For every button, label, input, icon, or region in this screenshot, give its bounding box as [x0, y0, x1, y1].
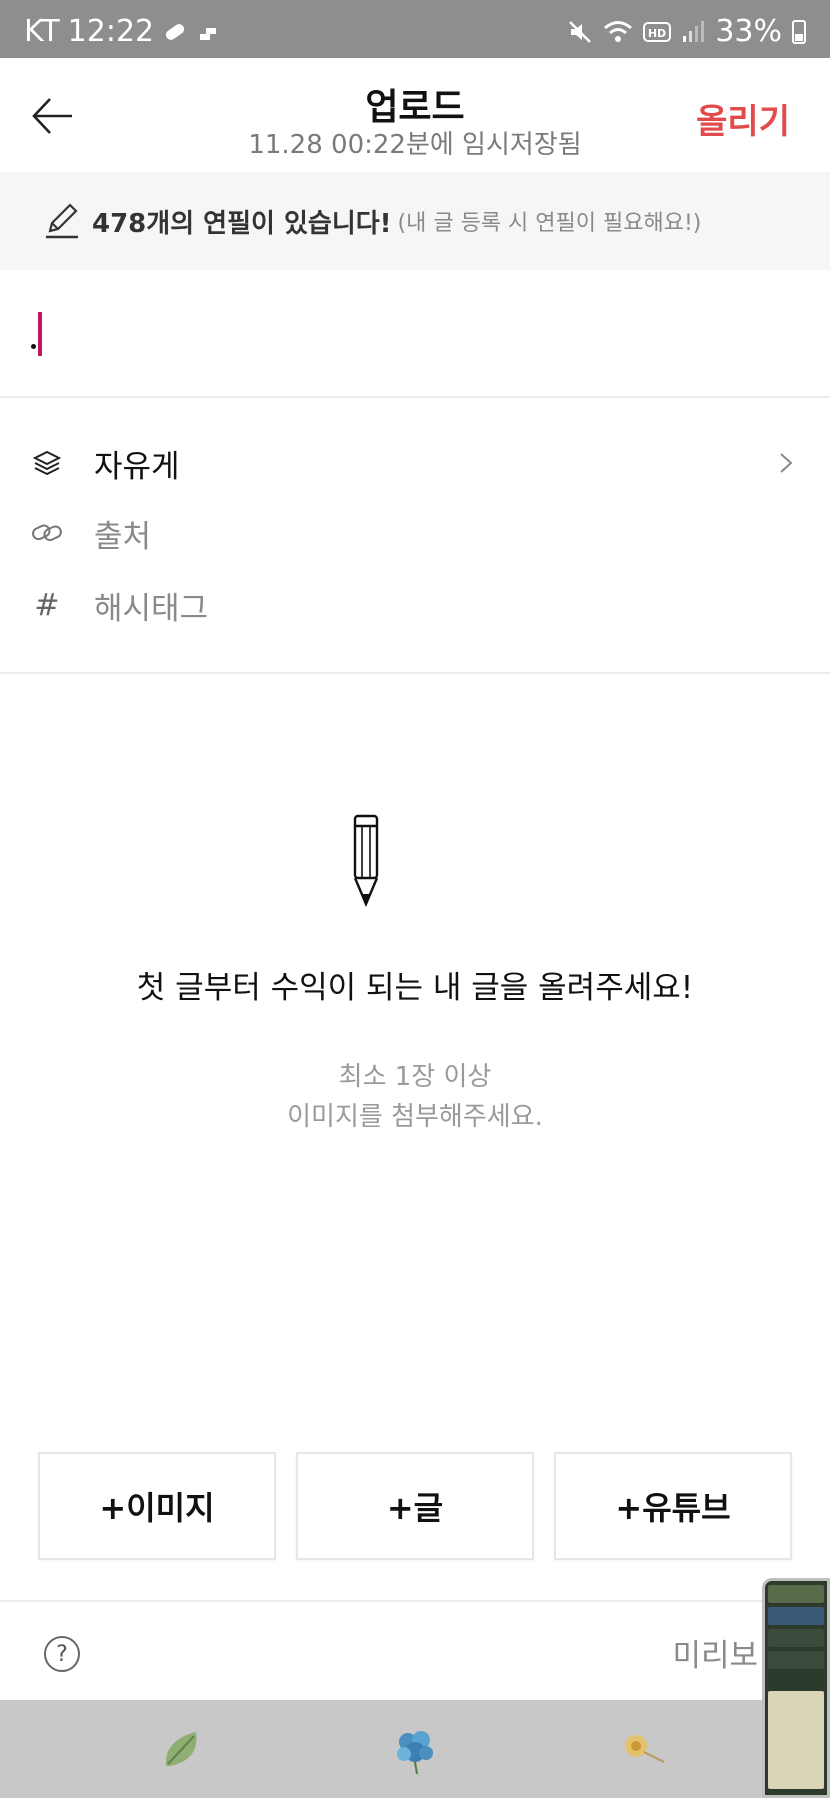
navigation-bar [0, 1700, 830, 1798]
flower-icon[interactable] [614, 1722, 668, 1776]
empty-state-hint-line1: 최소 1장 이상 [338, 1062, 492, 1092]
board-label: 자유게 [94, 448, 180, 485]
status-bar-left: KT 12:22 [24, 14, 220, 49]
leaf-icon[interactable] [156, 1722, 210, 1776]
status-bar-right: HD 33% [567, 14, 806, 49]
signal-icon [681, 20, 705, 44]
hashtag-label: 해시태그 [94, 590, 209, 627]
notification-icon [196, 20, 220, 44]
source-field[interactable]: 출처 [0, 498, 830, 568]
add-text-button[interactable]: +글 [296, 1452, 534, 1560]
pencil-icon [46, 203, 78, 239]
hydrangea-icon[interactable] [388, 1722, 442, 1776]
layers-icon [30, 446, 64, 480]
wifi-icon [603, 19, 633, 45]
help-icon[interactable]: ? [44, 1636, 80, 1672]
floating-game-overlay[interactable] [762, 1578, 830, 1798]
mute-icon [567, 19, 593, 45]
battery-percent: 33% [715, 14, 782, 49]
add-youtube-button[interactable]: +유튜브 [554, 1452, 792, 1560]
overlay-stat-row [768, 1651, 824, 1669]
overlay-stat-row [768, 1629, 824, 1647]
battery-icon [792, 19, 806, 44]
clock: 12:22 [67, 14, 155, 49]
post-meta-section: 자유게 출처 # 해시태그 [0, 398, 830, 674]
hd-icon: HD [643, 20, 672, 44]
link-icon [30, 516, 64, 550]
hashtag-field[interactable]: # 해시태그 [0, 570, 830, 640]
bottom-toolbar: ? 미리보 [0, 1600, 830, 1700]
preview-button[interactable]: 미리보 [672, 1630, 758, 1675]
title-input-area [0, 270, 830, 398]
status-bar: KT 12:22 HD 33% [0, 0, 830, 58]
pencil-count-text: 478개의 연필이 있습니다! [92, 208, 392, 239]
source-label: 출처 [94, 518, 152, 555]
text-caret [38, 312, 42, 356]
overlay-level-bar [768, 1585, 824, 1603]
carrier-label: KT [24, 14, 60, 49]
hashtag-icon: # [34, 587, 60, 623]
pencil-notice: 478개의 연필이 있습니다! (내 글 등록 시 연필이 필요해요!) [0, 172, 830, 270]
empty-state-title: 첫 글부터 수익이 되는 내 글을 올려주세요! [136, 970, 694, 1006]
title-input[interactable] [30, 308, 790, 358]
board-selector[interactable]: 자유게 [0, 428, 830, 498]
pencil-requirement-text: (내 글 등록 시 연필이 필요해요!) [397, 211, 702, 236]
overlay-stat-bar [768, 1607, 824, 1625]
pill-icon [162, 19, 188, 45]
overlay-panel [768, 1691, 824, 1789]
cursor-dot [31, 344, 36, 349]
svg-text:HD: HD [648, 27, 666, 40]
empty-state-hint-line2: 이미지를 첨부해주세요. [287, 1102, 543, 1132]
chevron-right-icon [780, 453, 793, 473]
app-header: 업로드 11.28 00:22분에 임시저장됨 올리기 [0, 58, 830, 172]
upload-button[interactable]: 올리기 [696, 94, 790, 143]
add-image-button[interactable]: +이미지 [38, 1452, 276, 1560]
empty-state-pencil-icon [353, 814, 379, 908]
